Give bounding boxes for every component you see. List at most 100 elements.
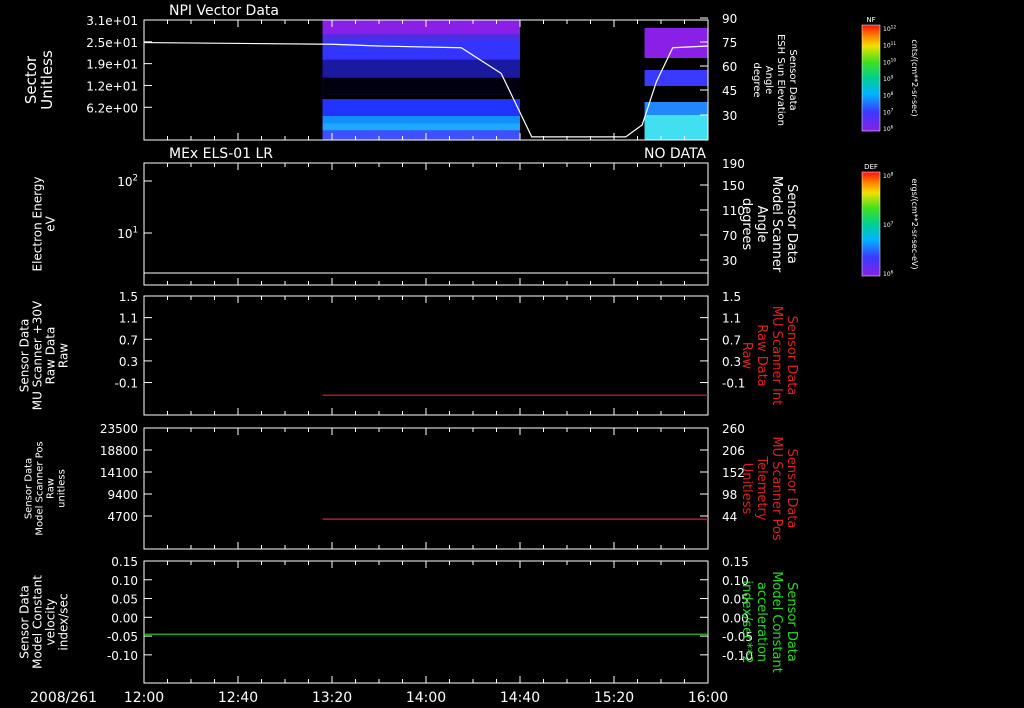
panel-1-title: NPI Vector Data: [169, 3, 279, 19]
def-colorbar-tick-label: 107: [883, 220, 894, 229]
panel-5-y-tick-label: 0.00: [111, 611, 138, 625]
panel-5-y-tick-label: -0.05: [107, 630, 138, 644]
x-tick-label: 14:40: [500, 690, 540, 706]
panel-2-y-axis-label: Electron Energy: [31, 176, 45, 271]
nf-colorbar-tick-label: 106: [883, 124, 894, 133]
panel-2-right-y-axis-label: degrees: [739, 198, 754, 251]
nf-colorbar-label: NF: [866, 16, 875, 24]
panel-3-y-axis-label: MU Scanner +30V: [31, 300, 45, 410]
panel-3-right-y-axis-label: Raw: [739, 342, 754, 370]
panel-2-frame: [143, 162, 709, 286]
def-colorbar-gradient: [861, 171, 881, 277]
panel-5-y-axis-label: Model Constant: [31, 575, 45, 669]
panel-5-right-y-axis-label: Model Constant: [769, 571, 784, 673]
panel-2-y-tick-label: 101: [117, 226, 138, 241]
panel-2-right-y-tick-label: 190: [722, 157, 745, 171]
spectrogram-band: [322, 40, 520, 60]
panel-4-right-y-tick-label: 98: [722, 488, 737, 502]
spectrogram-block: [644, 28, 708, 58]
spectrogram-block: [644, 115, 708, 140]
panel-4-y-tick-label: 4700: [107, 510, 138, 524]
panel-4-y-tick-label: 18800: [100, 444, 138, 458]
spectrogram-band: [322, 34, 520, 41]
def-colorbar-label: DEF: [864, 163, 878, 171]
panel-1-right-y-tick-label: 60: [722, 60, 737, 74]
nf-colorbar-unit: cnts/(cm**2-sr-sec): [910, 39, 919, 116]
panel-1-right-y-tick-label: 45: [722, 84, 737, 98]
panel-3-y-tick-label: 0.3: [119, 355, 138, 369]
panel-5-right-y-axis-label: index/sec**2: [739, 580, 754, 663]
spectrogram-band: [322, 130, 520, 140]
panel-3-y-tick-label: 1.1: [119, 312, 138, 326]
panel-3-right-y-axis-label: Raw Data: [754, 324, 769, 387]
panel-2-right-y-axis-label: Model Scanner: [769, 176, 784, 273]
x-axis-date: 2008/261: [30, 690, 97, 706]
panel-5-y-tick-label: 0.05: [111, 593, 138, 607]
def-colorbar-unit: ergs/(cm**2-sr-sec-eV): [910, 178, 919, 269]
panel-4-right-y-tick-label: 260: [722, 422, 745, 436]
panel-3-frame: [143, 295, 709, 416]
panel-3-right-y-tick-label: 1.1: [722, 312, 741, 326]
panel-4-right-y-axis-label: Sensor Data: [784, 449, 799, 529]
panel-4-y-axis-label: Model Scanner Pos: [35, 441, 46, 535]
nf-colorbar-tick-label: 107: [883, 108, 894, 117]
panel-3-right-y-tick-label: 0.7: [722, 333, 741, 347]
nf-colorbar-tick-label: 1011: [883, 41, 896, 50]
panel-1-right-y-axis-label: Angle: [763, 66, 774, 94]
panel-4-y-tick-label: 23500: [100, 422, 138, 436]
panel-3-right-y-axis-label: Sensor Data: [784, 316, 799, 396]
spectrogram-gap: [644, 58, 708, 70]
panel-5-y-axis-label: velocity: [44, 599, 58, 646]
def-colorbar-tick-label: 106: [883, 269, 894, 278]
panel-4-right-y-axis-label: Telemetry: [754, 455, 769, 520]
panel-1-y-tick-label: 3.1e+01: [86, 14, 138, 28]
nf-colorbar-tick-label: 1012: [883, 24, 896, 33]
panel-1-right-y-tick-label: 30: [722, 109, 737, 123]
panel-2-status: NO DATA: [644, 146, 706, 162]
x-tick-label: 15:20: [594, 690, 634, 706]
npi-spectrogram: [322, 20, 708, 140]
panel-4-frame: [143, 427, 709, 550]
nf-colorbar-tick-label: 109: [883, 74, 894, 83]
panel-3-y-axis-label: Raw Data: [44, 327, 58, 385]
panel-3-y-axis-label: Raw: [57, 343, 71, 368]
spectrogram-band: [322, 77, 520, 95]
panel-1-right-y-axis-label: degree: [751, 62, 762, 97]
panel-1-y-tick-label: 6.2e+00: [86, 101, 138, 115]
panel-5-y-tick-label: 0.15: [111, 555, 138, 569]
panel-1-right-y-tick-label: 90: [722, 12, 737, 26]
panel-3-y-tick-label: 1.5: [119, 290, 138, 304]
x-tick-label: 14:00: [406, 690, 446, 706]
panel-1-y-tick-label: 1.9e+01: [86, 58, 138, 72]
panel-4-y-tick-label: 9400: [107, 488, 138, 502]
panel-3-y-axis-label: Sensor Data: [18, 319, 32, 393]
panel-4-y-tick-label: 14100: [100, 466, 138, 480]
panel-2-right-y-axis-label: Sensor Data: [784, 184, 799, 264]
panel-3-right-y-tick-label: 1.5: [722, 290, 741, 304]
spectrogram-band: [322, 116, 520, 124]
panel-1-y-tick-label: 1.2e+01: [86, 79, 138, 93]
spectrogram-band: [322, 123, 520, 131]
panel-2-title: MEx ELS-01 LR: [169, 146, 273, 162]
panel-2-y-tick-label: 102: [117, 174, 138, 189]
panel-3-right-y-tick-label: 0.3: [722, 355, 741, 369]
spectrogram-band: [322, 94, 520, 100]
panel-2-right-y-axis-label: Angle: [754, 206, 769, 243]
panel-2-right-y-tick-label: 70: [722, 229, 737, 243]
panel-1-y-tick-label: 2.5e+01: [86, 36, 138, 50]
panel-5-right-y-axis-label: Sensor Data: [784, 582, 799, 662]
panel-3-y-tick-label: -0.1: [115, 377, 138, 391]
spectrogram-band: [322, 99, 520, 116]
panel-5-y-tick-label: 0.10: [111, 574, 138, 588]
spectrogram-block: [644, 70, 708, 86]
panel-5-y-tick-label: -0.10: [107, 649, 138, 663]
panel-5-right-y-axis-label: acceleration: [754, 582, 769, 662]
panel-1-right-y-axis-label: ESH Sun Elevation: [775, 34, 786, 126]
panel-3-y-tick-label: 0.7: [119, 333, 138, 347]
def-colorbar-tick-label: 108: [883, 171, 894, 180]
panel-1-right-y-tick-label: 75: [722, 36, 737, 50]
multi-panel-time-series-plot: 3.1e+01 2.5e+01 1.9e+01 1.2e+01 6.2e+00 90 75 6…: [18, 3, 920, 706]
panel-4-y-axis-label: Sensor Data: [24, 458, 35, 519]
nf-colorbar-tick-label: 1010: [883, 58, 896, 67]
panel-5-right-y-tick-label: 0.15: [722, 555, 749, 569]
